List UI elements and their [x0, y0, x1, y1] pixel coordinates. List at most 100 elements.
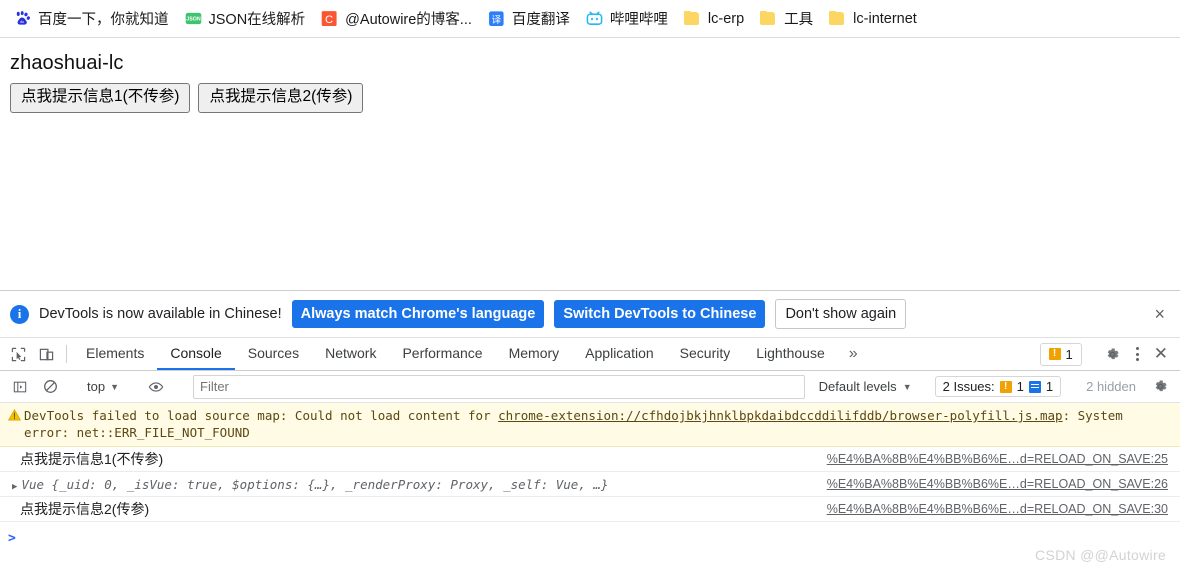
svg-text:JSON: JSON: [186, 16, 201, 22]
console-warning-message[interactable]: DevTools failed to load source map: Coul…: [0, 403, 1180, 447]
disclosure-triangle-icon[interactable]: ▶: [12, 482, 21, 492]
object-class-name: Vue: [21, 476, 44, 492]
console-sidebar-icon[interactable]: [6, 380, 34, 394]
console-row-log-1[interactable]: 点我提示信息1(不传参) %E4%BA%8B%E4%BB%B6%E…d=RELO…: [0, 447, 1180, 472]
bookmark-label: lc-erp: [707, 10, 745, 27]
live-expression-eye-icon[interactable]: [142, 379, 170, 395]
tab-security[interactable]: Security: [667, 338, 744, 370]
alert-button-2[interactable]: 点我提示信息2(传参): [198, 83, 364, 113]
bookmark-label: 百度翻译: [511, 12, 570, 28]
switch-to-chinese-button[interactable]: Switch DevTools to Chinese: [554, 300, 766, 328]
console-row-source-link[interactable]: %E4%BA%8B%E4%BB%B6%E…d=RELOAD_ON_SAVE:25: [827, 452, 1172, 466]
console-toolbar: top ▼ Default levels ▼ 2 Issues: ! 1: [0, 371, 1180, 403]
console-prompt[interactable]: >: [0, 522, 1180, 554]
browser-window: du 百度一下，你就知道 JSON JSON在线解析 C @Autowire的博…: [0, 0, 1180, 569]
device-toolbar-icon[interactable]: [32, 338, 60, 370]
dont-show-again-button[interactable]: Don't show again: [775, 299, 907, 329]
folder-icon: [760, 11, 777, 26]
execution-context-selector[interactable]: top ▼: [81, 377, 125, 396]
console-row-object-preview: ▶ Vue {_uid: 0, _isVue: true, $options: {…: [8, 477, 827, 492]
page-title: zhaoshuai-lc: [10, 52, 124, 74]
devtools-tabstrip-actions: ! 1 ✕: [1039, 338, 1180, 370]
folder-icon: [829, 11, 846, 26]
close-icon[interactable]: ×: [1151, 305, 1168, 323]
prompt-arrow-icon: >: [8, 530, 16, 546]
bookmark-label: 百度一下，你就知道: [38, 12, 169, 28]
page-button-row: 点我提示信息1(不传参) 点我提示信息2(传参): [10, 83, 1180, 113]
bookmark-folder-lc-internet[interactable]: lc-internet: [821, 8, 925, 30]
bookmark-label: @Autowire的博客...: [345, 12, 472, 28]
alert-button-1[interactable]: 点我提示信息1(不传参): [10, 83, 191, 113]
translate-icon: 译: [488, 11, 504, 26]
warning-count-badge[interactable]: ! 1: [1039, 342, 1082, 366]
bookmark-baidu-translate[interactable]: 译 百度翻译: [480, 5, 578, 32]
warning-triangle-icon: [8, 407, 24, 441]
clear-console-icon[interactable]: [36, 379, 64, 394]
svg-text:C: C: [325, 14, 333, 26]
warning-count: 1: [1065, 346, 1073, 362]
devtools-tabstrip: Elements Console Sources Network Perform…: [0, 338, 1180, 371]
bookmark-bilibili[interactable]: 哔哩哔哩: [578, 5, 676, 32]
issues-label: 2 Issues:: [942, 379, 995, 394]
tab-sources[interactable]: Sources: [235, 338, 312, 370]
bookmark-label: 工具: [784, 12, 814, 28]
console-message-list: DevTools failed to load source map: Coul…: [0, 403, 1180, 569]
execution-context-label: top: [87, 379, 106, 394]
tab-application[interactable]: Application: [572, 338, 667, 370]
toolbar-divider: [66, 345, 67, 363]
bilibili-icon: [586, 11, 603, 25]
always-match-language-button[interactable]: Always match Chrome's language: [291, 300, 545, 328]
tab-console[interactable]: Console: [157, 338, 235, 370]
issues-info-count: 1: [1045, 379, 1054, 394]
tab-memory[interactable]: Memory: [496, 338, 573, 370]
bookmark-label: 哔哩哔哩: [609, 12, 668, 28]
hidden-messages-count: 2 hidden: [1086, 379, 1136, 394]
close-devtools-icon[interactable]: ✕: [1148, 344, 1174, 364]
object-preview: Vue {_uid: 0, _isVue: true, $options: {……: [21, 477, 608, 492]
more-tabs-icon[interactable]: »: [838, 338, 869, 370]
object-preview-body: {_uid: 0, _isVue: true, $options: {…}, _…: [51, 476, 609, 492]
bookmarks-bar: du 百度一下，你就知道 JSON JSON在线解析 C @Autowire的博…: [0, 0, 1180, 38]
svg-text:du: du: [20, 20, 24, 24]
tab-performance[interactable]: Performance: [389, 338, 495, 370]
inspect-element-icon[interactable]: [4, 338, 32, 370]
warning-square-icon: !: [999, 380, 1012, 393]
bookmark-label: lc-internet: [853, 10, 917, 27]
info-square-icon: [1028, 380, 1041, 393]
baidu-icon: du: [16, 11, 30, 25]
tab-network[interactable]: Network: [312, 338, 389, 370]
bookmark-folder-tools[interactable]: 工具: [752, 5, 821, 32]
console-row-log-2[interactable]: 点我提示信息2(传参) %E4%BA%8B%E4%BB%B6%E…d=RELOA…: [0, 497, 1180, 522]
settings-gear-icon[interactable]: [1099, 346, 1127, 363]
console-filter-input[interactable]: [193, 374, 805, 399]
warning-text-block: DevTools failed to load source map: Coul…: [24, 407, 1172, 441]
folder-icon: [683, 11, 701, 26]
console-row-object[interactable]: ▶ Vue {_uid: 0, _isVue: true, $options: {…: [0, 472, 1180, 497]
source-map-link[interactable]: chrome-extension://cfhdojbkjhnklbpkdaibd…: [498, 408, 1047, 423]
source-map-link-tail[interactable]: ap: [1048, 408, 1063, 423]
watermark: CSDN @@Autowire: [1035, 547, 1166, 563]
page-viewport: zhaoshuai-lc 点我提示信息1(不传参) 点我提示信息2(传参): [0, 38, 1180, 290]
tab-lighthouse[interactable]: Lighthouse: [743, 338, 838, 370]
chevron-down-icon: ▼: [110, 381, 119, 392]
console-row-source-link[interactable]: %E4%BA%8B%E4%BB%B6%E…d=RELOAD_ON_SAVE:26: [827, 477, 1172, 491]
console-row-text: 点我提示信息1(不传参): [20, 451, 164, 467]
log-levels-label: Default levels: [818, 379, 897, 394]
bookmark-csdn-blog[interactable]: C @Autowire的博客...: [313, 5, 480, 32]
warning-prefix: DevTools failed to load source map: Coul…: [24, 408, 499, 423]
tab-elements[interactable]: Elements: [73, 338, 157, 370]
issues-warning-count: 1: [1016, 379, 1024, 394]
console-settings-gear-icon[interactable]: [1146, 378, 1174, 395]
bookmark-folder-lc-erp[interactable]: lc-erp: [676, 8, 752, 30]
bookmark-label: JSON在线解析: [208, 12, 306, 28]
log-levels-selector[interactable]: Default levels ▼: [813, 377, 918, 396]
devtools-menu-icon[interactable]: [1129, 347, 1146, 361]
csdn-icon: C: [321, 11, 337, 26]
issues-chip[interactable]: 2 Issues: ! 1 1: [934, 376, 1062, 397]
banner-message: DevTools is now available in Chinese!: [39, 306, 282, 322]
console-row-source-link[interactable]: %E4%BA%8B%E4%BB%B6%E…d=RELOAD_ON_SAVE:30: [827, 502, 1172, 516]
gear-glyph: [1107, 348, 1119, 359]
gear-glyph: [1155, 380, 1167, 392]
bookmark-json-parser[interactable]: JSON JSON在线解析: [177, 5, 314, 32]
bookmark-baidu-search[interactable]: du 百度一下，你就知道: [6, 5, 177, 32]
